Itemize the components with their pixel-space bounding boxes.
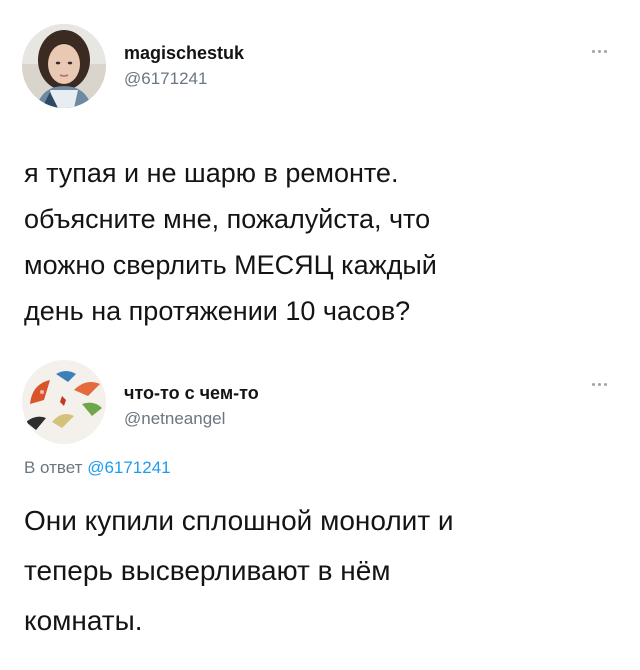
reply-prefix: В ответ	[24, 458, 83, 477]
handle[interactable]: @netneangel	[124, 408, 259, 430]
woman-portrait-avatar-icon	[22, 24, 106, 108]
reply-context: В ответ @6171241	[24, 458, 171, 478]
avatar[interactable]	[22, 360, 106, 444]
umbrellas-avatar-icon	[22, 360, 106, 444]
tweet-original: magischestuk @6171241 я тупая и не шарю …	[0, 0, 640, 345]
reply-mention-link[interactable]: @6171241	[87, 458, 170, 477]
more-options-icon[interactable]	[592, 50, 612, 58]
author-block: magischestuk @6171241	[124, 42, 244, 90]
more-options-icon[interactable]	[592, 383, 612, 391]
tweet-text: я тупая и не шарю в ремонте. объясните м…	[24, 150, 614, 334]
tweet-text-line: можно сверлить МЕСЯЦ каждый	[24, 250, 437, 280]
display-name[interactable]: magischestuk	[124, 42, 244, 64]
tweet-text-line: день на протяжении 10 часов?	[24, 296, 411, 326]
tweet-text-line: объясните мне, пожалуйста, что	[24, 204, 431, 234]
author-block: что-то с чем-то @netneangel	[124, 382, 259, 430]
handle[interactable]: @6171241	[124, 68, 244, 90]
tweet-text-line: я тупая и не шарю в ремонте.	[24, 158, 399, 188]
avatar[interactable]	[22, 24, 106, 108]
tweet-text-line: комнаты.	[24, 605, 143, 636]
tweet-text-line: теперь высверливают в нём	[24, 555, 391, 586]
display-name[interactable]: что-то с чем-то	[124, 382, 259, 404]
tweet-text: Они купили сплошной монолит и теперь выс…	[24, 496, 614, 646]
tweet-text-line: Они купили сплошной монолит и	[24, 505, 454, 536]
